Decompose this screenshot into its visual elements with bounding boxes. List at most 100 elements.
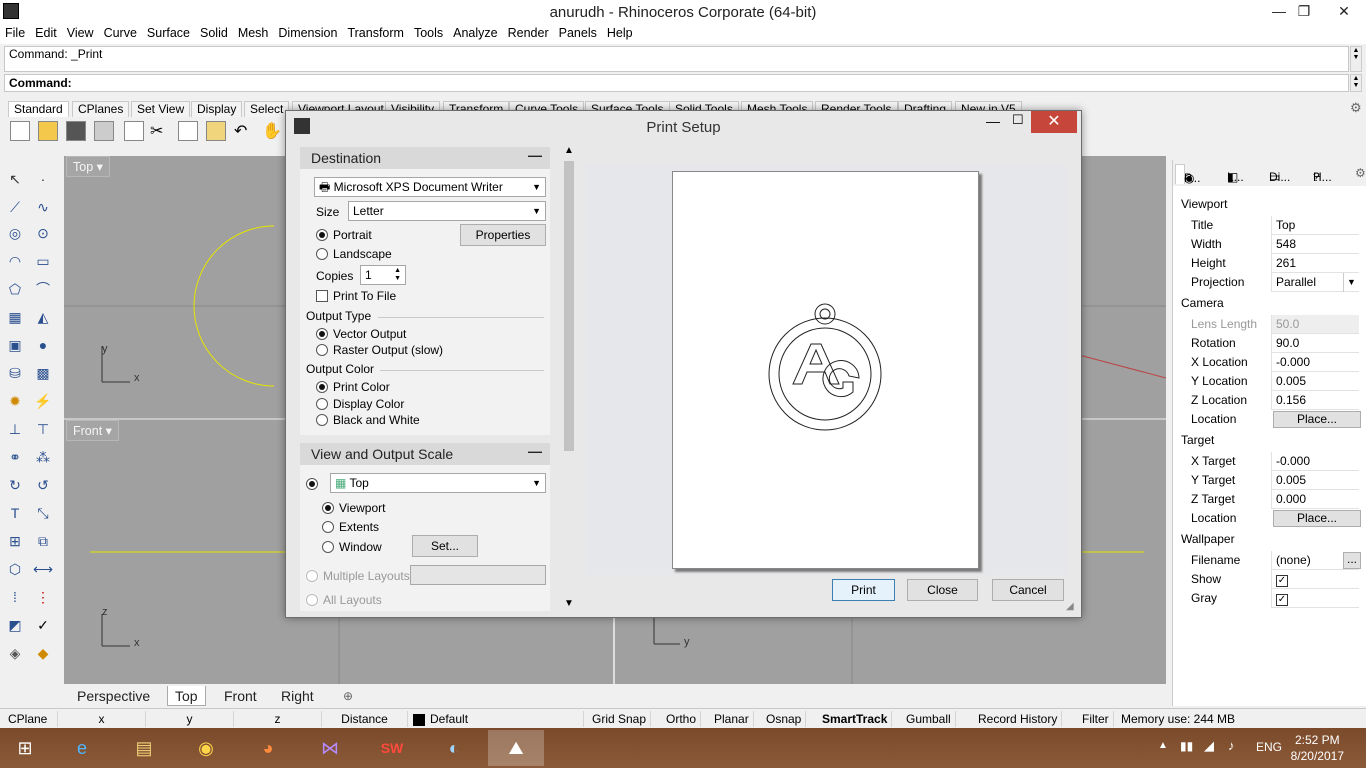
paste-icon[interactable] [206, 121, 226, 141]
signal-icon[interactable]: ◢ [1204, 738, 1214, 754]
collapse-icon[interactable]: — [528, 443, 542, 459]
record-history-toggle[interactable]: Record History [974, 711, 1063, 727]
paint-icon[interactable]: ◆ [32, 642, 54, 664]
settings-scrollbar[interactable]: ▲ ▼ [562, 145, 576, 609]
fillet-icon[interactable]: ⌒ [32, 278, 54, 300]
cage-icon[interactable]: ⬡ [4, 558, 26, 580]
menu-file[interactable]: File [0, 24, 30, 42]
resize-grip-icon[interactable]: ◢ [1066, 601, 1074, 612]
tab-right[interactable]: Right [274, 686, 321, 706]
cancel-button[interactable]: Cancel [992, 579, 1064, 601]
menu-solid[interactable]: Solid [195, 24, 233, 42]
array-icon[interactable]: ⊞ [4, 530, 26, 552]
tab-display[interactable]: ▭ Di... [1261, 164, 1290, 184]
rotate-icon[interactable]: ↻ [4, 474, 26, 496]
visual-studio-icon[interactable]: ⋈ [302, 730, 358, 766]
rectangle-icon[interactable]: ▭ [32, 250, 54, 272]
select-arrow-icon[interactable]: ↖ [4, 168, 26, 190]
point-icon[interactable]: · [32, 168, 54, 190]
gear-icon[interactable]: ⚙ [1350, 100, 1362, 116]
save-icon[interactable] [66, 121, 86, 141]
scroll-thumb[interactable] [564, 161, 574, 451]
title-value[interactable]: Top [1271, 216, 1359, 235]
analyze-icon[interactable]: ◩ [4, 614, 26, 636]
menu-dimension[interactable]: Dimension [273, 24, 342, 42]
gear-tool-icon[interactable]: ✹ [4, 390, 26, 412]
menu-mesh[interactable]: Mesh [233, 24, 274, 42]
menu-transform[interactable]: Transform [342, 24, 409, 42]
loft-icon[interactable]: ◭ [32, 306, 54, 328]
view-select-radio[interactable] [306, 477, 323, 491]
tab-front[interactable]: Front [217, 686, 264, 706]
close-window-button[interactable]: ✕ [1322, 0, 1366, 22]
polygon-icon[interactable]: ⬠ [4, 278, 26, 300]
box-icon[interactable]: ▣ [4, 334, 26, 356]
close-button[interactable]: Close [907, 579, 978, 601]
print-color-radio[interactable]: Print Color [316, 380, 390, 394]
status-layer[interactable]: Default [426, 711, 584, 727]
rhino-taskbar-icon[interactable]: ⛰ [488, 730, 544, 766]
menu-curve[interactable]: Curve [99, 24, 142, 42]
grid-snap-toggle[interactable]: Grid Snap [588, 711, 652, 727]
internet-explorer-icon[interactable]: e [54, 730, 110, 766]
x-target-value[interactable]: -0.000 [1271, 452, 1359, 471]
print-button[interactable]: Print [832, 579, 895, 601]
x-location-value[interactable]: -0.000 [1271, 353, 1359, 372]
print-icon[interactable] [94, 121, 114, 141]
light-icon[interactable]: ⚡ [32, 390, 54, 412]
projection-select[interactable]: Parallel ▼ [1271, 273, 1359, 292]
vector-output-radio[interactable]: Vector Output [316, 327, 406, 341]
tab-cplanes[interactable]: CPlanes [72, 101, 130, 117]
viewport-radio[interactable]: Viewport [322, 501, 385, 515]
menu-view[interactable]: View [62, 24, 99, 42]
target-place-button[interactable]: Place... [1273, 510, 1361, 527]
command-line[interactable]: Command: [4, 74, 1349, 92]
tab-layers[interactable]: ◧ L... [1219, 164, 1244, 184]
ortho-toggle[interactable]: Ortho [662, 711, 702, 727]
menu-help[interactable]: Help [602, 24, 638, 42]
file-explorer-icon[interactable]: ▤ [116, 730, 172, 766]
status-cplane[interactable]: CPlane [4, 711, 58, 727]
panel-gear-icon[interactable]: ⚙ [1351, 164, 1366, 184]
paint-app-icon[interactable]: ◐ [426, 730, 482, 766]
menu-edit[interactable]: Edit [30, 24, 62, 42]
tab-properties[interactable]: ◉ P... [1175, 164, 1200, 185]
cylinder-icon[interactable]: ⛁ [4, 362, 26, 384]
cut-icon[interactable]: ✂ [150, 121, 170, 141]
tab-set-view[interactable]: Set View [131, 101, 191, 117]
command-scrollbar[interactable]: ▲ ▼ [1350, 74, 1362, 92]
grid-array-icon[interactable]: ⁞ [4, 586, 26, 608]
history-scrollbar[interactable]: ▲ ▼ [1350, 46, 1362, 72]
network-icon[interactable]: ▮▮ [1180, 739, 1193, 753]
view-select[interactable]: ▦ Top ▼ [330, 473, 546, 493]
scroll-up-icon[interactable]: ▲ [562, 145, 576, 156]
show-checkbox[interactable]: ✓ [1276, 575, 1288, 587]
control-points-icon[interactable]: ⋮ [32, 586, 54, 608]
undo-icon[interactable]: ↶ [234, 121, 254, 141]
copies-spinner[interactable]: 1 ▲ ▼ [360, 265, 406, 285]
osnap-toggle[interactable]: Osnap [762, 711, 807, 727]
open-icon[interactable] [38, 121, 58, 141]
properties-button[interactable]: Properties [460, 224, 546, 246]
tab-help[interactable]: ? H... [1305, 164, 1332, 184]
tab-select[interactable]: Select [244, 101, 290, 117]
copy-icon[interactable] [178, 121, 198, 141]
add-viewport-icon[interactable]: ⊕ [336, 686, 360, 706]
windows-start-icon[interactable]: ⊞ [0, 730, 50, 766]
group-icon[interactable]: ⁂ [32, 446, 54, 468]
tab-display[interactable]: Display [191, 101, 243, 117]
checkmark-icon[interactable]: ✓ [32, 614, 54, 636]
tray-arrow-icon[interactable]: ▲ [1158, 740, 1168, 751]
ellipse-icon[interactable]: ⊙ [32, 222, 54, 244]
collapse-icon[interactable]: — [528, 147, 542, 163]
chrome-icon[interactable]: ◉ [178, 730, 234, 766]
pan-hand-icon[interactable]: ✋ [262, 121, 282, 141]
dialog-minimize-button[interactable]: — [986, 113, 1000, 129]
y-location-value[interactable]: 0.005 [1271, 372, 1359, 391]
sphere-icon[interactable]: ● [32, 334, 54, 356]
set-window-button[interactable]: Set... [412, 535, 478, 557]
move-icon[interactable]: ↺ [32, 474, 54, 496]
polyline-icon[interactable]: ⟋ [4, 196, 26, 218]
menu-analyze[interactable]: Analyze [448, 24, 502, 42]
menu-tools[interactable]: Tools [409, 24, 448, 42]
